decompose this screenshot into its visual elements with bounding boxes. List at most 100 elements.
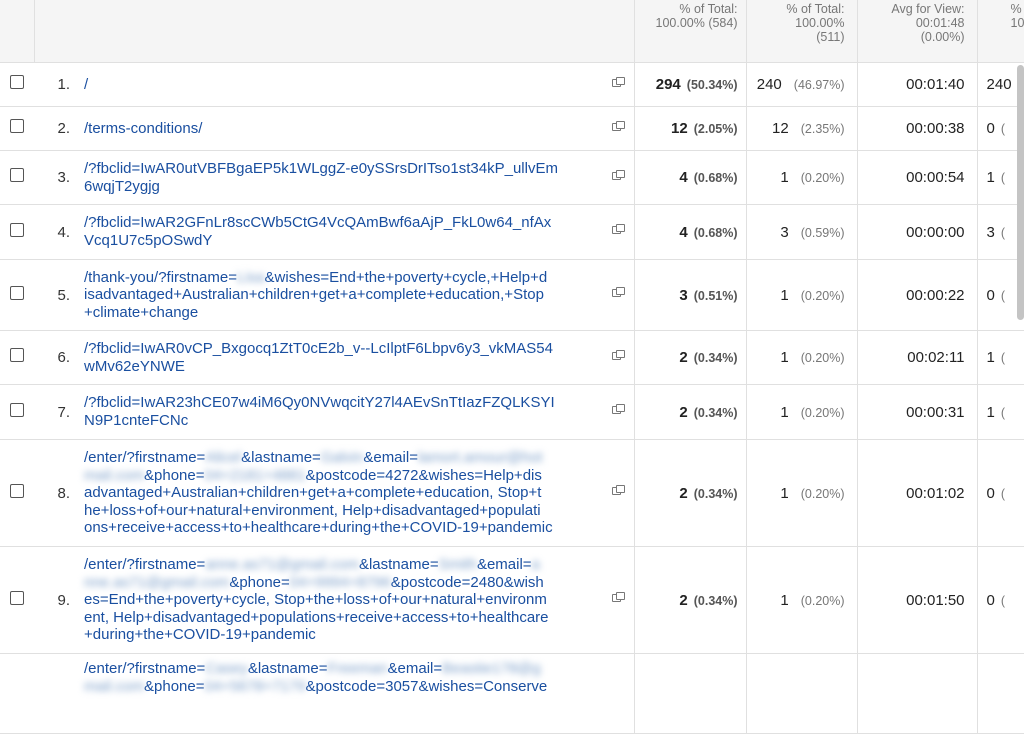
- row-index: 5.: [34, 259, 84, 331]
- pageviews-pct: (0.34%): [693, 405, 738, 420]
- page-path-segment[interactable]: /enter/?firstname=: [84, 556, 205, 573]
- page-path-line[interactable]: +climate+change: [84, 304, 604, 322]
- page-link[interactable]: /: [84, 62, 604, 107]
- unique-pct: (0.20%): [800, 486, 845, 501]
- row-checkbox[interactable]: [10, 483, 24, 498]
- page-path-line[interactable]: /?fbclid=IwAR0utVBFBgaEP5k1WLggZ-e0ySSrs…: [84, 160, 604, 178]
- page-path-segment[interactable]: &postcode=3057&wishes=Conserve: [305, 678, 547, 695]
- icon-cell: [604, 204, 635, 260]
- pageviews-value: 2: [679, 484, 688, 502]
- page-path-segment[interactable]: &email=: [477, 556, 532, 573]
- row-checkbox[interactable]: [10, 222, 24, 237]
- entrances-value: 1: [986, 403, 995, 421]
- page-path-segment[interactable]: /enter/?firstname=: [84, 449, 205, 466]
- page-path-line[interactable]: 6wqjT2ygjg: [84, 178, 604, 196]
- page-path-segment[interactable]: &lastname=: [359, 556, 439, 573]
- open-in-new-window-icon[interactable]: [611, 120, 626, 133]
- page-path-line[interactable]: mail.com&phone=04+2181+4881&postcode=427…: [84, 467, 604, 485]
- entrances-cell: [977, 653, 1024, 734]
- entrances-value: 3: [986, 223, 995, 241]
- page-link[interactable]: /enter/?firstname=Casey&lastname=Freeman…: [84, 653, 604, 734]
- page-path-line[interactable]: /?fbclid=IwAR2GFnLr8scCWb5CtG4VcQAmBwf6a…: [84, 214, 604, 232]
- row-checkbox[interactable]: [10, 75, 24, 89]
- page-path-line[interactable]: ent, Help+disadvantaged+populations+rece…: [84, 609, 604, 627]
- pageviews-total: % of Total: 100.00% (584): [634, 0, 747, 63]
- page-path-line[interactable]: /enter/?firstname=Casey&lastname=Freeman…: [84, 660, 604, 678]
- page-path-segment[interactable]: &email=: [388, 660, 443, 677]
- open-in-new-window-icon[interactable]: [611, 485, 626, 497]
- page-link[interactable]: /?fbclid=IwAR0utVBFBgaEP5k1WLggZ-e0ySSrs…: [84, 150, 604, 205]
- page-path-segment[interactable]: &lastname=: [241, 449, 321, 466]
- redacted-text: Alicel: [205, 449, 242, 467]
- redacted-text: mail.com: [84, 466, 145, 484]
- page-path-segment[interactable]: &phone=: [144, 678, 204, 695]
- page-path-line[interactable]: advantaged+Australian+children+get+a+com…: [84, 484, 604, 502]
- redacted-text: lamort.amour@hot: [417, 449, 543, 467]
- page-path-segment[interactable]: &phone=: [229, 574, 289, 591]
- icon-cell: [604, 106, 635, 151]
- open-in-new-window-icon[interactable]: [611, 76, 626, 89]
- page-link[interactable]: /enter/?firstname=Alicel&lastname=Galvin…: [84, 439, 604, 547]
- page-path-line[interactable]: +during+the+COVID-19+pandemic: [84, 626, 604, 644]
- open-in-new-window-icon[interactable]: [611, 287, 626, 299]
- page-path[interactable]: /: [84, 76, 88, 93]
- row-checkbox-cell: [0, 330, 34, 385]
- unique-value: 1: [780, 169, 789, 186]
- page-path-line[interactable]: /enter/?firstname=anne.as71@gmail.com&la…: [84, 556, 604, 574]
- unique-pct: (0.59%): [800, 225, 845, 240]
- page-path-segment[interactable]: &wishes=End+the+poverty+cycle,+Help+d: [265, 269, 548, 286]
- page-link[interactable]: /enter/?firstname=anne.as71@gmail.com&la…: [84, 546, 604, 654]
- page-path-segment[interactable]: &postcode=4272&wishes=Help+dis: [305, 467, 541, 484]
- open-in-new-window-icon[interactable]: [611, 349, 626, 362]
- page-path-line[interactable]: /enter/?firstname=Alicel&lastname=Galvin…: [84, 449, 604, 467]
- page-path-segment[interactable]: /thank-you/?firstname=: [84, 269, 237, 286]
- page-path-segment[interactable]: &postcode=2480&wish: [391, 574, 544, 591]
- unique-value: 1: [780, 349, 789, 366]
- page-path-line[interactable]: /?fbclid=IwAR23hCE07w4iM6Qy0NVwqcitY27l4…: [84, 394, 604, 412]
- page-path-line[interactable]: nne.as71@gmail.com&phone=04+9994+8796&po…: [84, 574, 604, 592]
- open-in-new-window-icon[interactable]: [611, 169, 626, 182]
- redacted-text: Freeman: [327, 660, 388, 677]
- open-in-new-window-icon[interactable]: [611, 592, 626, 604]
- page-link[interactable]: /?fbclid=IwAR0vCP_Bxgocq1ZtT0cE2b_v--LcI…: [84, 330, 604, 385]
- entrances-value: 0: [986, 120, 995, 137]
- page-path-line[interactable]: /thank-you/?firstname=Lisa&wishes=End+th…: [84, 269, 604, 287]
- page-path-segment[interactable]: &email=: [363, 449, 418, 466]
- page-path-segment[interactable]: /enter/?firstname=: [84, 660, 205, 677]
- page-path-line[interactable]: ons+receive+access+to+healthcare+during+…: [84, 519, 604, 537]
- page-link[interactable]: /?fbclid=IwAR2GFnLr8scCWb5CtG4VcQAmBwf6a…: [84, 204, 604, 260]
- pageviews-pct: (0.51%): [693, 288, 738, 303]
- avg-time-cell: 00:00:31: [857, 384, 978, 440]
- vertical-scrollbar[interactable]: [1017, 65, 1024, 320]
- page-path-line[interactable]: N9P1cnteFCNc: [84, 412, 604, 430]
- row-index: 4.: [34, 204, 84, 260]
- page-path-line[interactable]: isadvantaged+Australian+children+get+a+c…: [84, 286, 604, 304]
- page-path-line[interactable]: he+loss+of+our+natural+environment, Help…: [84, 502, 604, 520]
- row-checkbox-cell: [0, 259, 34, 331]
- page-path-line[interactable]: Vcq1U7c5pOSwdY: [84, 232, 604, 250]
- page-path-line[interactable]: es=End+the+poverty+cycle, Stop+the+loss+…: [84, 591, 604, 609]
- page-path-line[interactable]: wMv62eYNWE: [84, 358, 604, 376]
- row-checkbox[interactable]: [10, 119, 24, 133]
- page-path-segment[interactable]: &phone=: [144, 467, 204, 484]
- row-checkbox-cell: [0, 384, 34, 440]
- avg-total-label: Avg for View:: [891, 2, 965, 16]
- row-checkbox[interactable]: [10, 348, 24, 362]
- row-checkbox[interactable]: [10, 590, 24, 605]
- avg-time-cell: 00:01:40: [857, 62, 978, 107]
- unique-pct: (0.20%): [800, 593, 845, 608]
- unique-pct: (2.35%): [800, 122, 845, 136]
- page-link[interactable]: /?fbclid=IwAR23hCE07w4iM6Qy0NVwqcitY27l4…: [84, 384, 604, 440]
- page-link[interactable]: /thank-you/?firstname=Lisa&wishes=End+th…: [84, 259, 604, 331]
- page-path-segment[interactable]: &lastname=: [248, 660, 328, 677]
- page-path[interactable]: /terms-conditions/: [84, 120, 202, 137]
- icon-cell: [604, 150, 635, 205]
- row-checkbox[interactable]: [10, 168, 24, 182]
- open-in-new-window-icon[interactable]: [611, 224, 626, 236]
- table-row: /enter/?firstname=Casey&lastname=Freeman…: [0, 653, 1024, 734]
- row-checkbox[interactable]: [10, 285, 24, 300]
- row-checkbox[interactable]: [10, 402, 24, 417]
- open-in-new-window-icon[interactable]: [611, 404, 626, 416]
- page-link[interactable]: /terms-conditions/: [84, 106, 604, 151]
- page-path-line[interactable]: /?fbclid=IwAR0vCP_Bxgocq1ZtT0cE2b_v--LcI…: [84, 340, 604, 358]
